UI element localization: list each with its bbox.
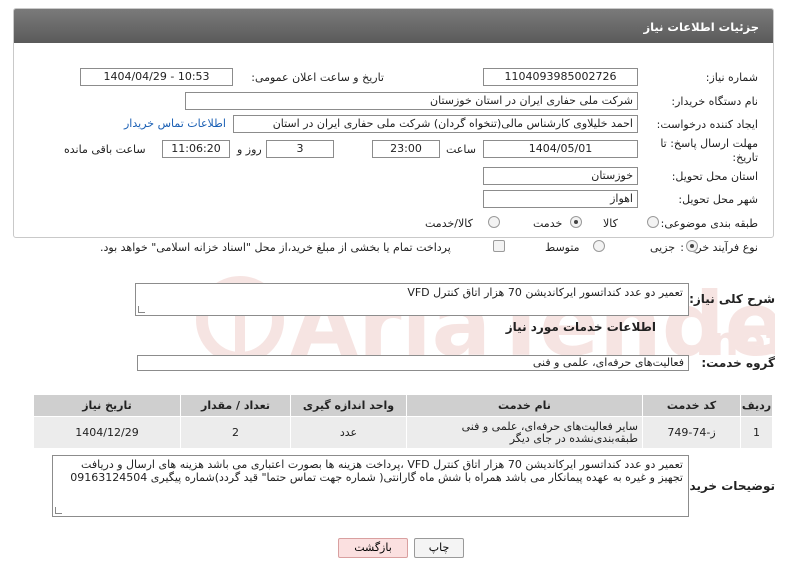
summary-textarea[interactable]: تعمیر دو عدد کنداتسور ایرکاندیشن 70 هزار… [135, 283, 689, 316]
process-minor-radio[interactable] [686, 240, 698, 252]
col-need-date: تاریخ نیاز [33, 394, 181, 417]
services-table: ردیف کد خدمت نام خدمت واحد اندازه گیری ت… [33, 394, 773, 449]
announce-date-label: تاریخ و ساعت اعلان عمومی: [251, 71, 384, 84]
buyer-label: نام دستگاه خریدار: [671, 95, 758, 108]
creator-label: ایجاد کننده درخواست: [656, 118, 758, 131]
process-medium-radio[interactable] [593, 240, 605, 252]
category-service-label: خدمت [533, 217, 563, 230]
days-label: روز و [237, 143, 262, 156]
summary-text: تعمیر دو عدد کنداتسور ایرکاندیشن 70 هزار… [407, 286, 683, 299]
deadline-label-line2: تاریخ: [732, 151, 758, 164]
services-section-title: اطلاعات خدمات مورد نیاز [505, 320, 656, 334]
days-remaining-field[interactable]: 3 [266, 140, 334, 158]
cell-service-code: ز-74-749 [642, 416, 741, 449]
buyer-notes-textarea[interactable]: تعمیر دو عدد کنداتسور ایرکاندیشن 70 هزار… [52, 455, 689, 517]
cell-quantity: 2 [180, 416, 291, 449]
category-label: طبقه بندی موضوعی: [660, 217, 758, 230]
creator-field[interactable]: احمد خلیلاوی کارشناس مالی(تنخواه گردان) … [233, 115, 638, 133]
table-row[interactable]: 1 ز-74-749 سایر فعالیت‌های حرفه‌ای، علمی… [33, 416, 773, 449]
time-remaining-field[interactable]: 11:06:20 [162, 140, 230, 158]
category-goods-service-label: کالا/خدمت [425, 217, 473, 230]
province-label: استان محل تحویل: [671, 170, 758, 183]
buyer-field[interactable]: شرکت ملی حفاری ایران در استان خوزستان [185, 92, 638, 110]
category-service-radio[interactable] [570, 216, 582, 228]
deadline-date-field[interactable]: 1404/05/01 [483, 140, 638, 158]
aria-tender-watermark: AriaTender .net [196, 273, 775, 376]
city-label: شهر محل تحویل: [678, 193, 758, 206]
summary-label: شرح کلی نیاز: [689, 292, 775, 306]
category-goods-service-radio[interactable] [488, 216, 500, 228]
need-number-label: شماره نیاز: [705, 71, 758, 84]
panel-title: جزئیات اطلاعات نیاز [14, 9, 773, 43]
category-goods-radio[interactable] [647, 216, 659, 228]
deadline-time-label: ساعت [446, 143, 476, 156]
col-unit: واحد اندازه گیری [290, 394, 407, 417]
col-service-name: نام خدمت [406, 394, 643, 417]
need-number-field[interactable]: 1104093985002726 [483, 68, 638, 86]
col-quantity: تعداد / مقدار [180, 394, 291, 417]
resize-grip-icon[interactable] [138, 306, 145, 313]
treasury-docs-checkbox[interactable] [493, 240, 505, 252]
service-group-label: گروه خدمت: [701, 356, 775, 370]
print-button[interactable]: چاپ [414, 538, 464, 558]
back-button[interactable]: بازگشت [338, 538, 408, 558]
deadline-label-line1: مهلت ارسال پاسخ: تا [660, 137, 758, 150]
process-minor-label: جزیی [650, 241, 676, 254]
time-remaining-label: ساعت باقی مانده [64, 143, 146, 156]
process-medium-label: متوسط [545, 241, 580, 254]
col-row-number: ردیف [740, 394, 773, 417]
table-header-row: ردیف کد خدمت نام خدمت واحد اندازه گیری ت… [33, 394, 773, 417]
treasury-docs-note: پرداخت تمام یا بخشی از مبلغ خرید،از محل … [100, 241, 451, 254]
buyer-notes-text: تعمیر دو عدد کنداتسور ایرکاندیشن 70 هزار… [70, 458, 683, 484]
city-field[interactable]: اهواز [483, 190, 638, 208]
cell-row-number: 1 [740, 416, 773, 449]
cell-need-date: 1404/12/29 [33, 416, 181, 449]
buyer-contact-link[interactable]: اطلاعات تماس خریدار [124, 117, 226, 130]
announce-date-field[interactable]: 1404/04/29 - 10:53 [80, 68, 233, 86]
category-goods-label: کالا [603, 217, 618, 230]
province-field[interactable]: خوزستان [483, 167, 638, 185]
resize-grip-icon[interactable] [55, 507, 62, 514]
cell-service-name: سایر فعالیت‌های حرفه‌ای، علمی و فنی طبقه… [406, 416, 643, 449]
service-group-field[interactable]: فعالیت‌های حرفه‌ای، علمی و فنی [137, 355, 689, 371]
col-service-code: کد خدمت [642, 394, 741, 417]
cell-unit: عدد [290, 416, 407, 449]
deadline-time-field[interactable]: 23:00 [372, 140, 440, 158]
